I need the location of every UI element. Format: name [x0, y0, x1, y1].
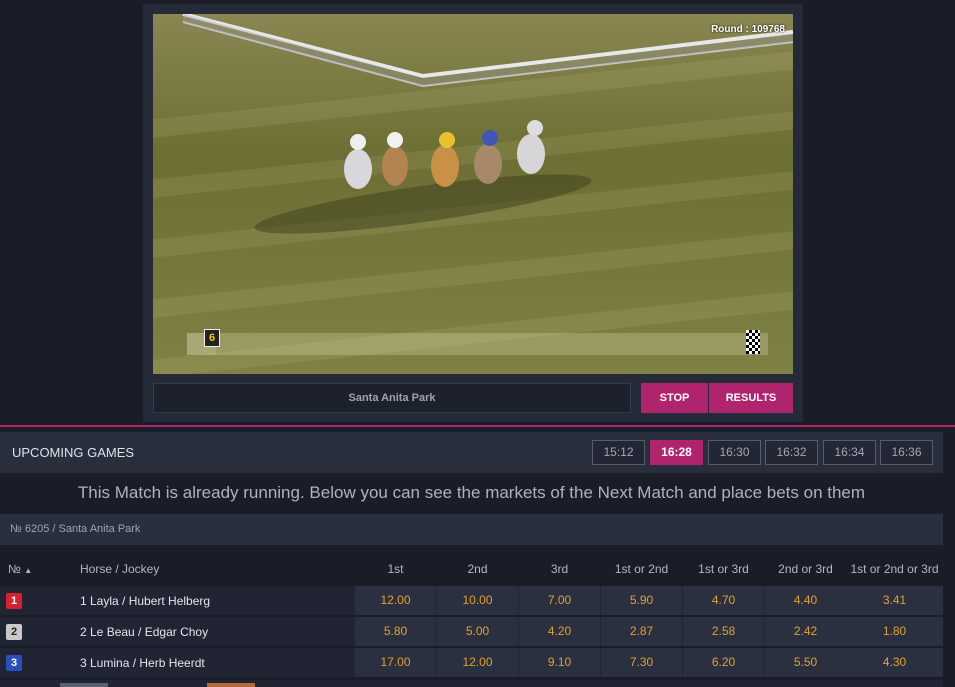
- horse-number-badge-partial: [207, 683, 255, 687]
- round-number: Round : 109768: [711, 24, 785, 35]
- results-button[interactable]: RESULTS: [709, 383, 793, 413]
- odds-button[interactable]: 12.00: [437, 648, 518, 677]
- odds-button[interactable]: 2.87: [601, 617, 682, 646]
- col-header-top-3: 1st or 2nd or 3rd: [850, 562, 939, 576]
- table-row: 3 3 Lumina / Herb Heerdt 17.00 12.00 9.1…: [0, 648, 943, 677]
- horse-jockey-header: Horse / Jockey: [80, 562, 160, 576]
- odds-button[interactable]: 2.42: [765, 617, 846, 646]
- time-slot-button[interactable]: 15:12: [592, 440, 645, 465]
- number-header-label: №: [8, 562, 21, 576]
- odds-button[interactable]: 4.20: [519, 617, 600, 646]
- time-slot-button[interactable]: 16:30: [708, 440, 761, 465]
- horse-jockey-name: 3 Lumina / Herb Heerdt: [80, 656, 205, 670]
- odds-button[interactable]: 4.30: [846, 648, 943, 677]
- leading-runner-badge: 6: [204, 329, 220, 347]
- sort-up-icon: ▲: [24, 566, 33, 575]
- stop-button[interactable]: STOP: [641, 383, 708, 413]
- odds-button[interactable]: 4.70: [683, 586, 764, 615]
- col-header-2nd: 2nd: [467, 562, 488, 576]
- odds-button[interactable]: 2.58: [683, 617, 764, 646]
- odds-button[interactable]: 12.00: [355, 586, 436, 615]
- horse-number-badge: 2: [6, 624, 22, 640]
- sort-number-header[interactable]: № ▲: [8, 562, 32, 576]
- time-slot-button[interactable]: 16:32: [765, 440, 818, 465]
- col-header-1st-or-3rd: 1st or 3rd: [698, 562, 749, 576]
- col-header-1st-or-2nd: 1st or 2nd: [614, 562, 669, 576]
- venue-name: Santa Anita Park: [153, 383, 631, 413]
- col-header-2nd-or-3rd: 2nd or 3rd: [778, 562, 833, 576]
- horse-number-badge-partial: [60, 683, 108, 687]
- odds-button[interactable]: 7.30: [601, 648, 682, 677]
- time-slot-button[interactable]: 16:34: [823, 440, 876, 465]
- odds-button[interactable]: 9.10: [519, 648, 600, 677]
- table-row: 1 1 Layla / Hubert Helberg 12.00 10.00 7…: [0, 586, 943, 615]
- odds-table-header: № ▲ Horse / Jockey 1st 2nd 3rd 1st or 2n…: [0, 554, 943, 582]
- odds-button[interactable]: 4.40: [765, 586, 846, 615]
- odds-button[interactable]: 10.00: [437, 586, 518, 615]
- next-match-header: № 6205 / Santa Anita Park: [0, 514, 943, 545]
- horse-number-badge: 3: [6, 655, 22, 671]
- odds-button[interactable]: 1.80: [846, 617, 943, 646]
- col-header-3rd: 3rd: [550, 562, 569, 576]
- odds-button[interactable]: 5.00: [437, 617, 518, 646]
- upcoming-games-bar: UPCOMING GAMES 15:12 16:28 16:30 16:32 1…: [0, 432, 943, 473]
- horse-number-badge: 1: [6, 593, 22, 609]
- col-header-1st: 1st: [387, 562, 404, 576]
- odds-button[interactable]: 5.50: [765, 648, 846, 677]
- race-video-panel: Round : 109768 6 Santa Anita Park STOP R…: [143, 4, 803, 422]
- odds-button[interactable]: 6.20: [683, 648, 764, 677]
- horse-jockey-name: 2 Le Beau / Edgar Choy: [80, 625, 209, 639]
- race-video: Round : 109768 6: [153, 14, 793, 374]
- odds-button[interactable]: 7.00: [519, 586, 600, 615]
- odds-button[interactable]: 3.41: [846, 586, 943, 615]
- finish-flag-icon: [746, 330, 760, 354]
- time-slot-button[interactable]: 16:36: [880, 440, 933, 465]
- horse-jockey-name: 1 Layla / Hubert Helberg: [80, 594, 211, 608]
- time-slot-button[interactable]: 16:28: [650, 440, 703, 465]
- odds-button[interactable]: 17.00: [355, 648, 436, 677]
- upcoming-games-title: UPCOMING GAMES: [12, 445, 135, 460]
- race-progress-track: 6: [187, 329, 768, 355]
- section-divider: [0, 425, 955, 427]
- odds-button[interactable]: 5.80: [355, 617, 436, 646]
- next-row-partial: [0, 680, 943, 687]
- odds-button[interactable]: 5.90: [601, 586, 682, 615]
- table-row: 2 2 Le Beau / Edgar Choy 5.80 5.00 4.20 …: [0, 617, 943, 646]
- race-scene-image: [153, 14, 793, 374]
- match-running-notice: This Match is already running. Below you…: [77, 483, 866, 502]
